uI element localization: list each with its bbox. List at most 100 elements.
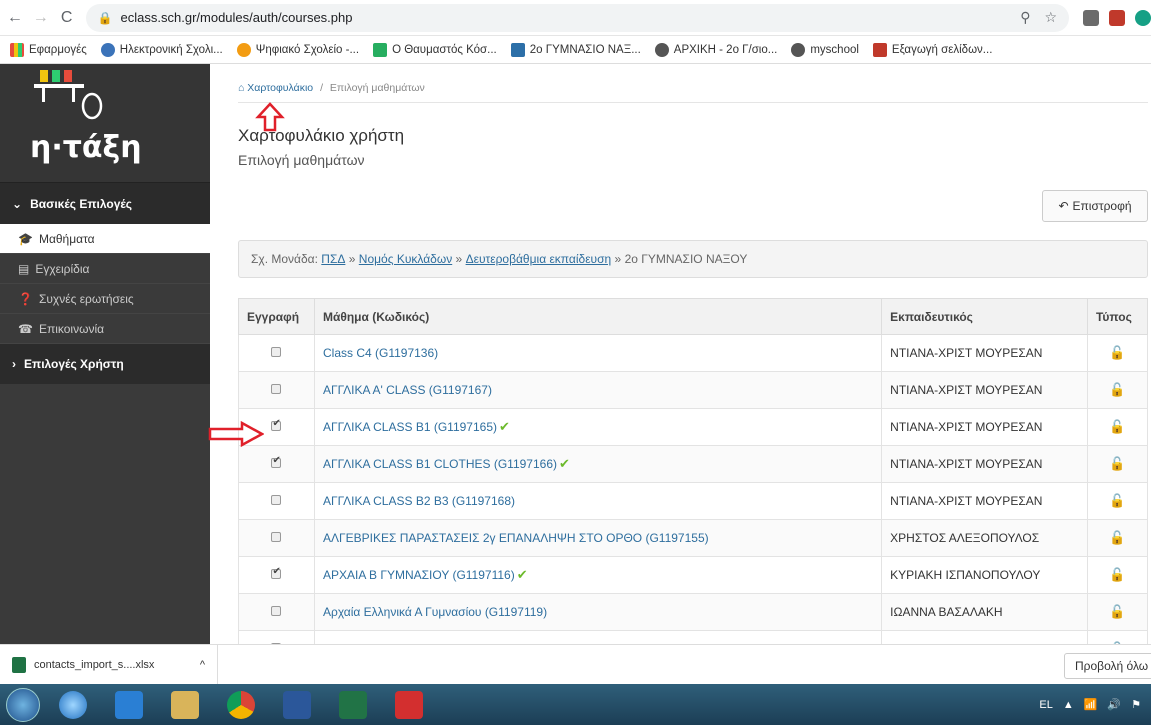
- breadcrumb: ⌂ Χαρτοφυλάκιο / Επιλογή μαθημάτων: [238, 82, 425, 94]
- excel-file-icon: [12, 656, 26, 673]
- bookmark-item[interactable]: Ψηφιακό Σχολείο -...: [236, 42, 359, 57]
- bookmark-icon: [236, 42, 251, 57]
- extension-icon[interactable]: [1083, 9, 1100, 26]
- media-player-icon[interactable]: [106, 686, 152, 724]
- annotation-arrow-right-icon: [208, 421, 264, 447]
- unlock-icon: 🔓: [1109, 567, 1126, 582]
- course-cell: ΑΓΓΛΙΚΑ Α' CLASS (G1197167): [313, 371, 883, 409]
- course-link[interactable]: ΑΛΓΕΒΡΙΚΕΣ ΠΑΡΑΣΤΑΣΕΙΣ 2γ ΕΠΑΝΑΛΗΨΗ ΣΤΟ …: [323, 531, 709, 545]
- download-item[interactable]: contacts_import_s....xlsx ^: [0, 644, 218, 685]
- register-cell: [238, 445, 315, 483]
- unlock-icon: 🔓: [1109, 493, 1126, 508]
- show-all-button[interactable]: Προβολή όλω: [1064, 653, 1151, 679]
- bookmark-item[interactable]: 2ο ΓΥΜΝΑΣΙΟ ΝΑΞ...: [510, 42, 641, 57]
- flag-icon[interactable]: ⚑: [1131, 698, 1141, 711]
- main-content: ⌂ Χαρτοφυλάκιο / Επιλογή μαθημάτων Χαρτο…: [210, 64, 1151, 644]
- unit-school: 2ο ΓΥΜΝΑΣΙΟ ΝΑΞΟΥ: [624, 252, 748, 266]
- header-type: Τύπος: [1086, 298, 1149, 335]
- language-indicator[interactable]: EL: [1039, 699, 1052, 711]
- register-cell: [238, 371, 315, 409]
- register-checkbox[interactable]: [271, 566, 282, 579]
- course-link[interactable]: ΑΓΓΛΙΚΑ Α' CLASS (G1197167): [323, 383, 492, 397]
- sidebar-item-manuals[interactable]: ▤ Εγχειρίδια: [0, 254, 210, 284]
- register-checkbox[interactable]: [271, 532, 282, 542]
- table-row: ΑΛΓΕΒΡΙΚΕΣ ΠΑΡΑΣΤΑΣΕΙΣ 2γ ΕΠΑΝΑΛΗΨΗ ΣΤΟ …: [238, 519, 1149, 557]
- type-cell: 🔓: [1086, 445, 1149, 483]
- course-link[interactable]: ΑΓΓΛΙΚΑ CLASS B1 (G1197165): [323, 420, 497, 434]
- forward-arrow-icon[interactable]: →: [30, 7, 52, 29]
- reload-icon[interactable]: C: [56, 7, 78, 29]
- course-cell: ΑΓΓΛΙΚΑ CLASS B1 (G1197165) ✔: [313, 408, 883, 446]
- sidebar-item-contact[interactable]: ☎ Επικοινωνία: [0, 314, 210, 344]
- register-checkbox[interactable]: [271, 347, 282, 357]
- course-link[interactable]: Class C4 (G1197136): [323, 346, 438, 360]
- address-bar[interactable]: 🔒 eclass.sch.gr/modules/auth/courses.php…: [85, 3, 1070, 32]
- bookmark-item[interactable]: Εξαγωγή σελίδων...: [872, 42, 992, 57]
- header-course: Μάθημα (Κωδικός): [313, 298, 883, 335]
- unit-link-secondary[interactable]: Δευτεροβάθμια εκπαίδευση: [466, 252, 612, 266]
- zoom-icon[interactable]: ⚲: [1020, 9, 1030, 26]
- bookmark-apps[interactable]: Εφαρμογές: [10, 42, 87, 57]
- unlock-icon: 🔓: [1109, 382, 1126, 397]
- pdf-reader-icon[interactable]: [386, 686, 432, 724]
- register-checkbox[interactable]: [271, 606, 282, 616]
- breadcrumb-home[interactable]: Χαρτοφυλάκιο: [247, 82, 313, 94]
- register-checkbox[interactable]: [271, 418, 282, 431]
- back-button[interactable]: ↶ Επιστροφή: [1042, 190, 1148, 222]
- checkmark-icon: ✔: [516, 567, 528, 582]
- register-checkbox[interactable]: [271, 384, 282, 394]
- table-row: Class C4 (G1197136) ΝΤΙΑΝΑ-ΧΡΙΣΤ ΜΟΥΡΕΣΑΝ…: [238, 334, 1149, 372]
- ie-icon[interactable]: [50, 686, 96, 724]
- downloads-bar: contacts_import_s....xlsx ^ Προβολή όλω: [0, 644, 1151, 685]
- volume-icon[interactable]: 🔊: [1107, 698, 1121, 711]
- chevron-up-icon[interactable]: ^: [200, 659, 205, 671]
- bookmark-item[interactable]: myschool: [791, 42, 859, 57]
- home-icon[interactable]: ⌂: [238, 82, 244, 94]
- course-link[interactable]: ΑΓΓΛΙΚΑ CLASS B1 CLOTHES (G1197166): [323, 457, 557, 471]
- course-link[interactable]: Αρχαία Ελληνικά Α Γυμνασίου (G1197119): [323, 605, 547, 619]
- bookmark-item[interactable]: ΑΡΧΙΚΗ - 2ο Γ/σιο...: [654, 42, 777, 57]
- divider: [238, 102, 1148, 103]
- profile-icon[interactable]: [1135, 9, 1151, 26]
- unlock-icon: 🔓: [1109, 604, 1126, 619]
- phone-icon: ☎: [18, 321, 33, 336]
- page-subtitle: Επιλογή μαθημάτων: [238, 152, 365, 168]
- back-arrow-icon[interactable]: ←: [4, 7, 26, 29]
- word-icon[interactable]: [274, 686, 320, 724]
- course-cell: ΑΓΓΛΙΚΑ CLASS B2 B3 (G1197168): [313, 482, 883, 520]
- lock-icon: 🔒: [97, 10, 113, 25]
- bookmark-icon: [373, 42, 388, 57]
- course-link[interactable]: ΑΡΧΑΙΑ Β ΓΥΜΝΑΣΙΟΥ (G1197116): [323, 568, 515, 582]
- sidebar-section-user[interactable]: › Επιλογές Χρήστη: [0, 344, 210, 384]
- tray-arrow-icon[interactable]: ▲: [1063, 699, 1074, 711]
- sidebar-item-faq[interactable]: ❓ Συχνές ερωτήσεις: [0, 284, 210, 314]
- network-icon[interactable]: 📶: [1084, 698, 1098, 711]
- extension-icon[interactable]: [1109, 9, 1126, 26]
- course-cell: ΑΡΧΑΙΑ ΕΛΛΗΝΙΚΑ Γ ΓΥΜΝΑΣΙΟΥ (G1197123): [313, 630, 883, 644]
- table-row: ΑΡΧΑΙΑ ΕΛΛΗΝΙΚΑ Γ ΓΥΜΝΑΣΙΟΥ (G1197123)ΙΩ…: [238, 630, 1149, 644]
- pdf-icon: [872, 42, 887, 57]
- register-cell: [238, 334, 315, 372]
- unit-link-psd[interactable]: ΠΣΔ: [321, 252, 345, 266]
- file-explorer-icon[interactable]: [162, 686, 208, 724]
- star-icon[interactable]: ☆: [1044, 9, 1057, 26]
- chrome-icon[interactable]: [218, 686, 264, 724]
- header-teacher: Εκπαιδευτικός: [881, 298, 1088, 335]
- table-row: ΑΓΓΛΙΚΑ Α' CLASS (G1197167) ΝΤΙΑΝΑ-ΧΡΙΣΤ …: [238, 371, 1149, 409]
- unit-link-prefecture[interactable]: Νομός Κυκλάδων: [359, 252, 452, 266]
- logo[interactable]: η·τάξη: [0, 64, 210, 182]
- sidebar-section-basic[interactable]: ⌄ Βασικές Επιλογές: [0, 182, 210, 224]
- taskbar: EL ▲ 📶 🔊 ⚑: [0, 684, 1151, 725]
- bookmark-item[interactable]: Ηλεκτρονική Σχολι...: [100, 42, 223, 57]
- course-link[interactable]: ΑΓΓΛΙΚΑ CLASS B2 B3 (G1197168): [323, 494, 515, 508]
- teacher-cell: ΚΥΡΙΑΚΗ ΙΣΠΑΝΟΠΟΥΛΟΥ: [881, 556, 1088, 594]
- sidebar-item-courses[interactable]: 🎓 Μαθήματα: [0, 224, 210, 254]
- checkmark-icon: ✔: [498, 419, 510, 434]
- type-cell: 🔓: [1086, 334, 1149, 372]
- start-button[interactable]: [6, 687, 40, 722]
- bookmark-item[interactable]: Ο Θαυμαστός Κόσ...: [373, 42, 497, 57]
- excel-icon[interactable]: [330, 686, 376, 724]
- register-checkbox[interactable]: [271, 455, 282, 468]
- register-checkbox[interactable]: [271, 495, 282, 505]
- teacher-cell: ΙΩΑΝΝΑ ΒΑΣΑΛΑΚΗ: [881, 630, 1088, 644]
